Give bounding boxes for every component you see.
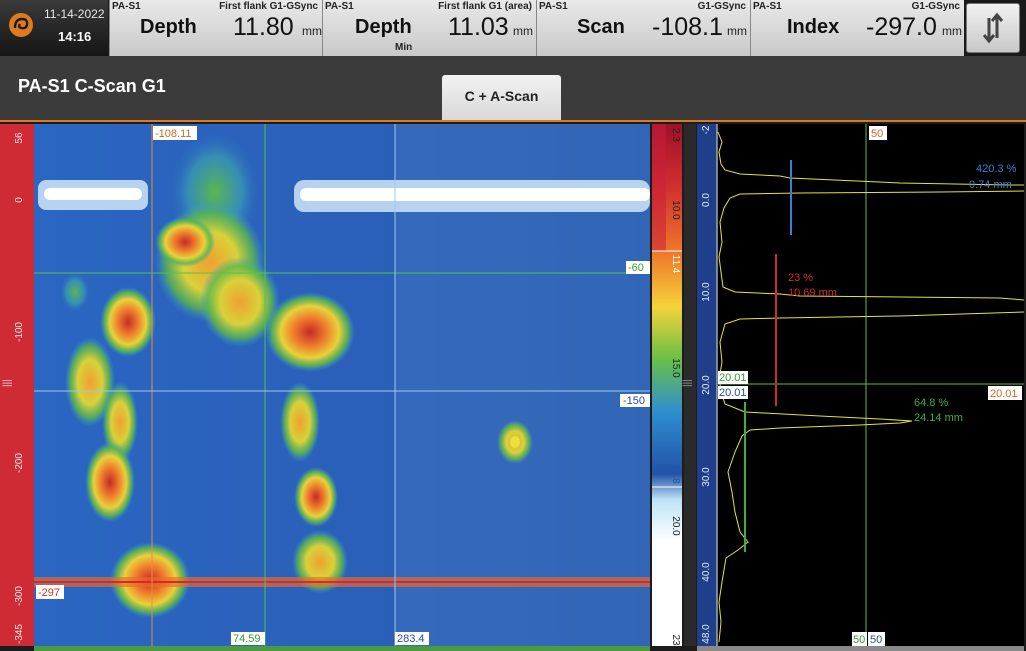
gate-label-left: 20.01 xyxy=(719,372,747,384)
marker-amp: 64.8 % xyxy=(914,397,948,409)
reading-value: -108.1 xyxy=(652,13,723,41)
cscan-image[interactable] xyxy=(34,124,650,646)
reading-value: 11.80 xyxy=(233,13,294,41)
reading-group: PA-S1 xyxy=(112,1,141,12)
ruler-handle-icon[interactable]: ||| xyxy=(2,379,13,387)
pane-separator-grip-icon: ||| xyxy=(682,379,693,387)
reading-value: 11.03 xyxy=(448,13,509,41)
palette-tick: 11.4 xyxy=(670,255,681,274)
depth-tick: 0.0 xyxy=(701,193,712,207)
gate-label-top: 50 xyxy=(871,128,883,140)
marker-depth: 0.74 mm xyxy=(969,179,1012,191)
reading-unit: mm xyxy=(513,24,533,38)
reading-group: PA-S1 xyxy=(539,1,568,12)
palette-tick: 18.8 xyxy=(670,464,681,484)
status-box[interactable]: 11-14-2022 14:16 xyxy=(0,0,108,56)
reading-name: Depth xyxy=(355,16,412,38)
depth-tick: 10.0 xyxy=(701,282,712,302)
gate-label-right: 20.01 xyxy=(990,388,1018,400)
reading-unit: mm xyxy=(942,24,962,38)
reading-unit: mm xyxy=(302,24,322,38)
scan-canvas[interactable]: 56 0 -100 -200 -300 -345 ||| -108.11 -29… xyxy=(0,122,1026,651)
marker-amp: 23 % xyxy=(788,272,813,284)
reading-value: -297.0 xyxy=(866,13,937,41)
swap-arrows-icon xyxy=(982,12,1004,44)
reading-source: First flank G1-GSync xyxy=(219,1,318,12)
depth-tick: 20.0 xyxy=(701,375,712,395)
ruler-tick: 0 xyxy=(14,197,25,203)
tab-c-a-scan[interactable]: C + A-Scan xyxy=(442,75,561,120)
reading-index[interactable]: PA-S1 G1-GSync Index -297.0 mm xyxy=(750,0,964,56)
reading-source: G1-GSync xyxy=(697,1,746,12)
gate-label-left: 20.01 xyxy=(719,387,747,399)
reading-name: Scan xyxy=(577,16,625,38)
reading-source: G1-GSync xyxy=(911,1,960,12)
reading-source: First flank G1 (area) xyxy=(438,1,532,12)
readings-bar: 11-14-2022 14:16 PA-S1 First flank G1-GS… xyxy=(0,0,1026,56)
palette-tick: 15.0 xyxy=(670,358,681,378)
ruler-tick: -300 xyxy=(14,586,25,606)
depth-tick: 40.0 xyxy=(701,562,712,582)
scan-view: 56 0 -100 -200 -300 -345 ||| -108.11 -29… xyxy=(0,120,1026,651)
ref-line-label: 74.59 xyxy=(233,633,261,645)
gate-label-bottom: 50 xyxy=(870,634,882,646)
ruler-tick: -200 xyxy=(14,453,25,473)
reading-scan[interactable]: PA-S1 G1-GSync Scan -108.1 mm xyxy=(536,0,750,56)
time-label: 14:16 xyxy=(58,29,92,44)
ref-line-label: 283.4 xyxy=(397,633,425,645)
ruler-tick: -345 xyxy=(14,624,25,644)
reading-depth[interactable]: PA-S1 First flank G1-GSync Depth 11.80 m… xyxy=(109,0,322,56)
ref-line-label: -150 xyxy=(623,395,645,407)
swap-readings-button[interactable] xyxy=(966,3,1020,53)
ruler-tick: -100 xyxy=(14,322,25,342)
ruler-tick: 56 xyxy=(14,132,25,144)
date-label: 11-14-2022 xyxy=(44,7,105,21)
reading-group: PA-S1 xyxy=(325,1,354,12)
reading-sub: Min xyxy=(395,42,413,53)
depth-tick: 30.0 xyxy=(701,467,712,487)
reading-name: Index xyxy=(787,16,840,38)
view-header: PA-S1 C-Scan G1 C + A-Scan xyxy=(0,56,1026,120)
palette-tick: 2.3 xyxy=(670,128,681,142)
ascan-plot[interactable] xyxy=(718,124,1024,646)
marker-amp: 420.3 % xyxy=(976,163,1017,175)
ref-line-label: -60 xyxy=(628,262,644,274)
app-logo-icon xyxy=(9,13,33,37)
palette-tick: 23 xyxy=(670,634,681,646)
scan-cursor-label: -108.11 xyxy=(155,128,192,140)
marker-depth: 10.69 mm xyxy=(788,287,837,299)
depth-tick: -2 xyxy=(701,125,712,134)
gate-label-bottom: 50 xyxy=(853,634,865,646)
reading-unit: mm xyxy=(727,24,747,38)
palette-tick: 20.0 xyxy=(670,516,681,536)
palette-tick: 10.0 xyxy=(670,200,681,220)
reading-group: PA-S1 xyxy=(753,1,782,12)
reading-name: Depth xyxy=(140,16,197,38)
page-title: PA-S1 C-Scan G1 xyxy=(18,76,166,96)
depth-tick: 48.0 xyxy=(701,624,712,644)
index-cursor-label: -297 xyxy=(38,587,60,599)
marker-depth: 24.14 mm xyxy=(914,412,963,424)
reading-depth-min[interactable]: PA-S1 First flank G1 (area) Depth Min 11… xyxy=(322,0,536,56)
